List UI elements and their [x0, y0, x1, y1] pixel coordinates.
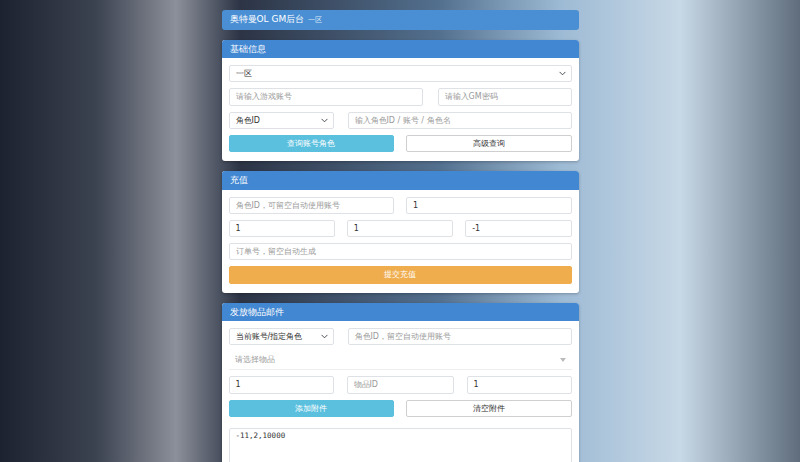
query-type-select[interactable]: 角色ID [229, 112, 334, 129]
recharge-card: 充值 提交充值 [222, 171, 579, 293]
caret-icon [560, 358, 566, 362]
query-button[interactable]: 查询账号角色 [229, 135, 395, 152]
param-input[interactable] [465, 220, 571, 237]
amount-input[interactable] [406, 197, 572, 214]
attachments-textarea[interactable]: -11,2,10000 [229, 428, 572, 462]
app-title: 奥特曼OL GM后台 [230, 13, 305, 27]
mail-role-input[interactable] [348, 328, 572, 345]
target-select[interactable]: 当前账号/指定角色 [229, 328, 334, 345]
param-input[interactable] [347, 220, 453, 237]
card-title: 基础信息 [222, 40, 579, 59]
submit-recharge-button[interactable]: 提交充值 [229, 266, 572, 283]
server-label: 一区 [308, 15, 322, 26]
password-input[interactable] [438, 88, 572, 105]
card-title: 充值 [222, 171, 579, 190]
account-input[interactable] [229, 88, 423, 105]
add-attachment-button[interactable]: 添加附件 [229, 400, 395, 417]
server-select[interactable]: 一区 [229, 65, 572, 82]
count-input[interactable] [467, 376, 572, 393]
clear-attachment-button[interactable]: 清空附件 [406, 400, 572, 417]
item-id-input[interactable] [347, 376, 454, 393]
param-input[interactable] [229, 220, 335, 237]
gm-panel: 奥特曼OL GM后台 一区 基础信息 一区 角色ID 查询账号角色 高级查询 充… [222, 10, 579, 462]
item-select-text: 请选择物品 [235, 355, 275, 364]
card-title: 发放物品邮件 [222, 303, 579, 322]
basic-card: 基础信息 一区 角色ID 查询账号角色 高级查询 [222, 40, 579, 162]
mail-card: 发放物品邮件 当前账号/指定角色 请选择物品 添加附件 清空附件 -11,2,1… [222, 303, 579, 462]
quantity-input[interactable] [229, 376, 334, 393]
top-bar: 奥特曼OL GM后台 一区 [222, 10, 579, 30]
role-input[interactable] [229, 197, 395, 214]
advanced-query-button[interactable]: 高级查询 [406, 135, 572, 152]
query-input[interactable] [348, 112, 572, 129]
order-input[interactable] [229, 243, 572, 260]
item-select[interactable]: 请选择物品 [229, 351, 572, 370]
